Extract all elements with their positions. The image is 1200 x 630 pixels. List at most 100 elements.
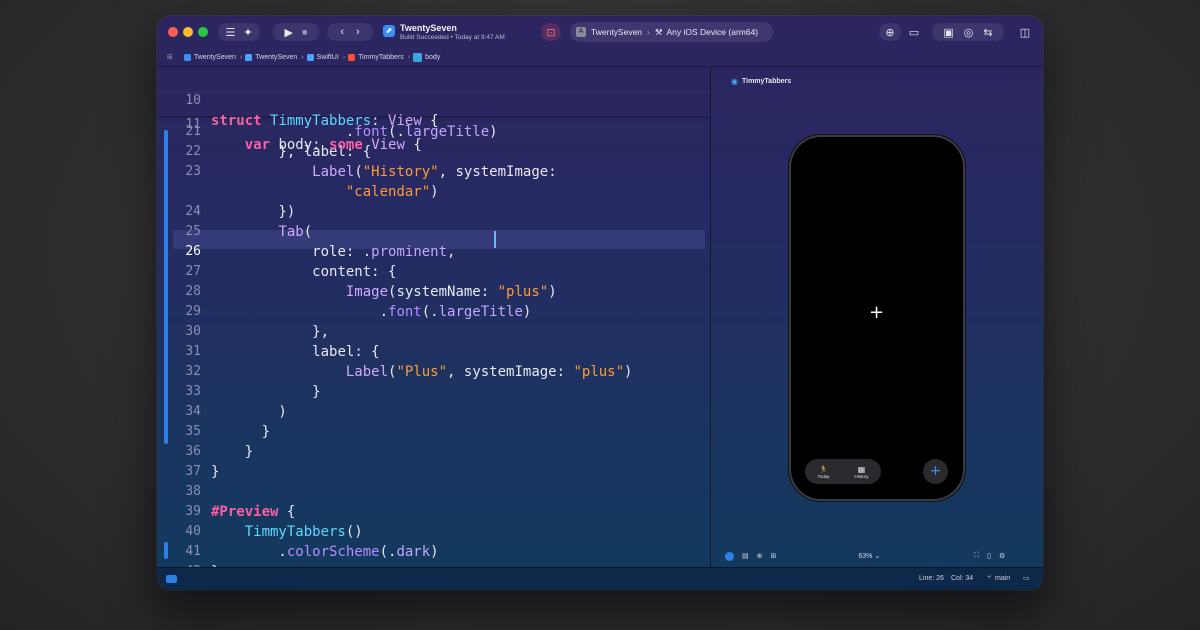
code-line: 11 var body: some View { xyxy=(157,95,710,153)
breadcrumb-label: SwiftUI xyxy=(316,53,339,61)
selectable-mode-icon[interactable]: ▤ xyxy=(742,552,749,560)
code-text: Tab( xyxy=(278,224,313,240)
code-line: 24 }) xyxy=(157,202,710,222)
inspector-toggle-icon[interactable]: ◫ xyxy=(1015,23,1035,41)
history-nav-group: ‹ › xyxy=(327,23,373,41)
tab-history[interactable]: ▦ History xyxy=(854,465,868,479)
chevron-right-icon: › xyxy=(647,27,650,37)
line-number: 30 xyxy=(185,324,201,339)
scheme-destination-selector[interactable]: A TwentySeven › ⚒ Any iOS Device (arm64) xyxy=(570,22,773,42)
grid-icon[interactable]: ⊞ xyxy=(167,53,173,61)
code-line: 35 } xyxy=(157,422,710,442)
folder-icon xyxy=(306,53,314,61)
scheme-app-icon: A xyxy=(576,27,586,37)
navigator-toggle-group: ☰ ✦ xyxy=(218,23,260,41)
stop-icon[interactable]: ■ xyxy=(302,27,307,37)
type-ref: View xyxy=(371,137,405,153)
code-editor[interactable]: 10 struct TimmyTabbers: View { 11 var bo… xyxy=(157,67,710,567)
branch-name[interactable]: main xyxy=(995,575,1010,582)
zoom-selector[interactable]: 63% ⌄ xyxy=(858,552,880,560)
line-number: 35 xyxy=(185,424,201,439)
close-window-button[interactable] xyxy=(168,27,178,37)
hammer-icon: ⚒ xyxy=(654,26,663,37)
code-text: } xyxy=(211,384,321,400)
swap-icon[interactable]: ⇆ xyxy=(983,26,992,39)
type-name: TimmyTabbers xyxy=(270,113,372,129)
device-icon[interactable]: ▭ xyxy=(904,23,924,41)
line-number: 39 xyxy=(185,504,201,519)
live-mode-icon[interactable] xyxy=(725,551,734,561)
line-number: 36 xyxy=(185,444,201,459)
line-number: 40 xyxy=(185,524,201,539)
code-line: 34 ) xyxy=(157,402,710,422)
canvas-icon[interactable]: ▣ xyxy=(943,26,953,39)
chevron-right-icon: › xyxy=(239,53,243,61)
sparkle-icon[interactable]: ✦ xyxy=(243,26,252,39)
chevron-right-icon: › xyxy=(342,53,346,61)
folder-icon xyxy=(245,53,253,61)
inspector-icon[interactable]: ▭ xyxy=(1023,574,1030,582)
code-line: 40 TimmyTabbers() xyxy=(157,522,710,542)
type-ref: View xyxy=(388,113,422,129)
code-text: .colorScheme(.dark) xyxy=(211,544,439,560)
breadcrumb-group[interactable]: SwiftUI xyxy=(306,53,339,61)
project-title: TwentySeven xyxy=(400,23,457,33)
breadcrumb-folder[interactable]: TwentySeven xyxy=(245,53,298,61)
variants-grid-icon[interactable]: ⊞ xyxy=(771,552,777,560)
run-stop-group: ▶ ■ xyxy=(273,23,319,41)
app-icon: ⬈ xyxy=(383,25,395,37)
library-icon[interactable]: ⊕ xyxy=(879,23,901,41)
code-text: Label("History", systemImage: xyxy=(312,164,557,180)
debug-area-toggle-icon[interactable] xyxy=(166,575,177,583)
project-icon xyxy=(183,53,191,61)
issues-icon[interactable]: ⊡ xyxy=(541,23,561,41)
tab-bar: 🏃 Today ▦ History xyxy=(805,459,881,484)
breadcrumb-symbol[interactable]: body xyxy=(413,52,440,62)
code-text: role: .prominent, xyxy=(312,244,456,260)
calendar-icon: ▦ xyxy=(857,464,866,474)
code-line: 37} xyxy=(157,462,710,482)
code-text: Label("Plus", systemImage: "plus") xyxy=(345,364,633,380)
list-icon[interactable]: ☰ xyxy=(225,26,235,39)
breadcrumb-label: TwentySeven xyxy=(255,53,298,61)
back-chevron-icon[interactable]: ‹ xyxy=(340,26,344,38)
line-number: 37 xyxy=(185,464,201,479)
forward-chevron-icon[interactable]: › xyxy=(356,26,360,38)
canvas-settings-icon[interactable]: ⚙ xyxy=(999,552,1005,560)
code-line: 38 xyxy=(157,482,710,502)
code-text: }) xyxy=(211,204,296,220)
minimize-window-button[interactable] xyxy=(183,27,193,37)
tab-today[interactable]: 🏃 Today xyxy=(817,465,829,479)
destination-name[interactable]: Any iOS Device (arm64) xyxy=(667,27,759,37)
target-icon[interactable]: ⊕ xyxy=(757,552,763,560)
zoom-window-button[interactable] xyxy=(198,27,208,37)
play-icon[interactable]: ▶ xyxy=(285,26,293,39)
line-number: 24 xyxy=(185,204,201,219)
code-line: 27 content: { xyxy=(157,262,710,282)
review-icon[interactable]: ◎ xyxy=(964,26,974,39)
tab-label: History xyxy=(854,473,869,479)
tab-label: Today xyxy=(817,473,830,479)
line-number: 31 xyxy=(185,344,201,359)
code-text: "calendar") xyxy=(345,184,439,200)
toolbar: ☰ ✦ ▶ ■ ‹ › ⬈ TwentySeven Build Succeede… xyxy=(157,16,1043,48)
build-status-text: Build Succeeded xyxy=(400,34,449,41)
eye-icon: ◉ xyxy=(731,77,738,86)
breadcrumb-file[interactable]: TimmyTabbers xyxy=(348,53,404,61)
line-number: 33 xyxy=(185,384,201,399)
line-number: 32 xyxy=(185,364,201,379)
line-number: 28 xyxy=(185,284,201,299)
code-line: 39 #Preview { xyxy=(157,502,710,522)
code-text: content: { xyxy=(312,264,397,280)
sticky-divider xyxy=(157,92,710,93)
preview-title[interactable]: ◉ TimmyTabbers xyxy=(731,77,791,86)
device-settings-icon[interactable]: ▯ xyxy=(987,552,991,560)
zoom-fit-icon[interactable]: ⛶ xyxy=(974,552,979,560)
plus-tab-button[interactable]: + xyxy=(923,459,948,484)
scheme-name[interactable]: TwentySeven xyxy=(591,27,642,37)
code-text: Image(systemName: "plus") xyxy=(345,284,557,300)
breadcrumb-label: TimmyTabbers xyxy=(358,53,404,61)
breadcrumb-project[interactable]: TwentySeven xyxy=(183,53,236,61)
code-line: 26 role: .prominent, xyxy=(157,242,710,262)
code-line: 32 Label("Plus", systemImage: "plus") xyxy=(157,362,710,382)
